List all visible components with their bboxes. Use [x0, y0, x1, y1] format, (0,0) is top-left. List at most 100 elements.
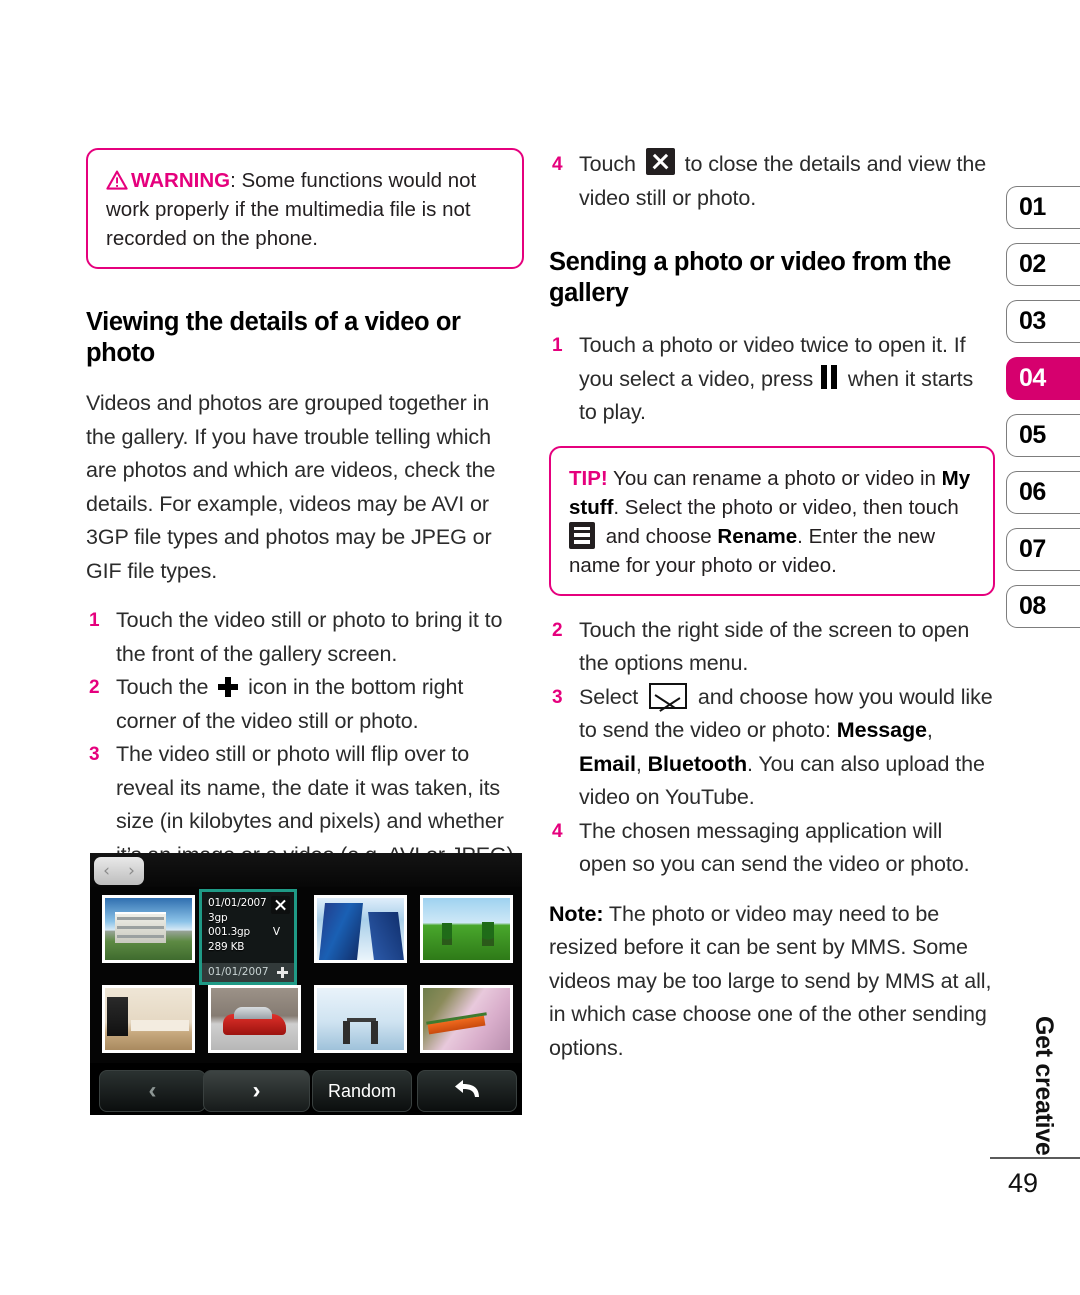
photo-details-card[interactable]: 01/01/2007 3gp 001.3gp V 289 KB 01/01/20…	[199, 889, 297, 985]
prev-chevron-icon: ‹	[148, 1077, 157, 1104]
step-item: 1 Touch the video still or photo to brin…	[86, 604, 524, 671]
close-x-icon	[645, 148, 675, 175]
kitchen-thumb	[105, 988, 192, 1050]
step-text-pre: Touch	[579, 152, 642, 176]
left-section-heading: Viewing the details of a video or photo	[86, 308, 461, 367]
note-label: Note:	[549, 901, 604, 926]
step-number: 3	[89, 744, 100, 765]
step-text: Touch the icon in the bottom right corne…	[116, 671, 524, 738]
tip-part1: You can rename a photo or video in	[607, 466, 942, 490]
nav-prev-chevron-icon[interactable]: ‹	[103, 861, 110, 881]
cherry-blossom-thumb	[423, 988, 510, 1050]
step-item: 2 Touch the right side of the screen to …	[549, 614, 995, 681]
gallery-back-button[interactable]	[417, 1070, 517, 1112]
tip-bold-rename: Rename	[717, 524, 798, 548]
step-item: 1 Touch a photo or video twice to open i…	[549, 329, 995, 430]
thumbnail-item[interactable]	[102, 895, 195, 963]
step-text: The chosen messaging application will op…	[579, 818, 970, 877]
left-intro-paragraph: Videos and photos are grouped together i…	[86, 391, 496, 583]
thumbnail-grid: 01/01/2007 3gp 001.3gp V 289 KB 01/01/20…	[90, 889, 522, 1053]
chapter-tab-01[interactable]: 01	[1006, 186, 1080, 229]
chapter-tab-05[interactable]: 05	[1006, 414, 1080, 457]
chapter-tab-04[interactable]: 04	[1006, 357, 1080, 400]
thumbnail-item[interactable]	[208, 985, 301, 1053]
option-message: Message	[836, 718, 927, 742]
option-email: Email	[579, 751, 636, 776]
right-section-heading: Sending a photo or video from the galler…	[549, 248, 951, 307]
step-text: Touch the right side of the screen to op…	[579, 617, 970, 676]
left-column: WARNING: Some functions would not work p…	[86, 148, 524, 872]
detail-size: 289 KB	[208, 941, 245, 953]
warning-label: WARNING	[131, 169, 231, 192]
tip-part3: and choose	[600, 524, 718, 548]
note-paragraph: Note: The photo or video may need to be …	[549, 898, 995, 1066]
thumbnail-item[interactable]	[314, 895, 407, 963]
gallery-bottom-bar: ‹ › Random	[90, 1063, 522, 1115]
plus-icon[interactable]	[277, 967, 288, 978]
thumbnail-item[interactable]	[314, 985, 407, 1053]
tip-label: TIP!	[569, 466, 608, 490]
thumbnail-item[interactable]	[102, 985, 195, 1053]
next-chevron-icon: ›	[252, 1077, 261, 1104]
warning-text: WARNING: Some functions would not work p…	[106, 166, 504, 253]
red-car-thumb	[211, 988, 298, 1050]
step-text-pre: Touch the	[116, 675, 215, 699]
sep1: ,	[926, 718, 933, 742]
step-item: 3 Select and choose how you would like t…	[549, 681, 995, 815]
step-number: 4	[552, 820, 563, 842]
thumbnail-item[interactable]	[420, 895, 513, 963]
step-text: Touch the video still or photo to bring …	[116, 608, 503, 666]
random-label: Random	[327, 1080, 397, 1101]
step-number: 1	[552, 335, 563, 356]
step-item: 4 The chosen messaging application will …	[549, 815, 995, 882]
plus-icon	[217, 676, 239, 698]
pause-icon	[821, 364, 838, 389]
green-field-thumb	[423, 898, 510, 960]
tip-callout: TIP! You can rename a photo or video in …	[549, 445, 995, 596]
chapter-tab-strip: 01 02 03 04 05 06 07 08	[1006, 186, 1080, 642]
gallery-screenshot: ‹ › 01/01/2007 3gp 001.3gp V 289 KB 01/0…	[90, 853, 522, 1115]
chapter-tab-02[interactable]: 02	[1006, 243, 1080, 286]
warning-separator: :	[230, 169, 242, 192]
step-text: Touch a photo or video twice to open it.…	[579, 329, 995, 430]
tip-part2: . Select the photo or video, then touch	[613, 495, 959, 519]
nav-next-chevron-icon[interactable]: ›	[128, 861, 135, 881]
chapter-tab-08[interactable]: 08	[1006, 585, 1080, 628]
chapter-tab-06[interactable]: 06	[1006, 471, 1080, 514]
sep2: ,	[635, 751, 648, 776]
step-text: The video still or photo will flip over …	[116, 742, 520, 867]
manual-page: WARNING: Some functions would not work p…	[0, 0, 1080, 1295]
gallery-random-button[interactable]: Random	[312, 1070, 412, 1112]
screenshot-topbar	[90, 853, 522, 887]
detail-date: 01/01/2007	[208, 897, 267, 909]
note-text: The photo or video may need to be resize…	[549, 901, 992, 1060]
step-item: 2 Touch the icon in the bottom right cor…	[86, 671, 524, 738]
step-text-pre: Select	[579, 684, 645, 709]
chapter-label: Get creative	[1030, 1016, 1058, 1156]
step-number: 4	[552, 154, 563, 175]
detail-footer-date: 01/01/2007	[208, 966, 269, 978]
option-bluetooth: Bluetooth	[647, 751, 748, 776]
step-number: 3	[552, 686, 563, 708]
envelope-icon	[649, 682, 688, 709]
office-building-thumb	[105, 898, 192, 960]
chapter-tab-03[interactable]: 03	[1006, 300, 1080, 343]
skyscraper-thumb	[317, 898, 404, 960]
close-x-icon[interactable]	[271, 896, 290, 914]
detail-video-flag: V	[272, 926, 280, 938]
warning-callout: WARNING: Some functions would not work p…	[86, 148, 524, 269]
step-number: 2	[89, 677, 100, 698]
chapter-tab-07[interactable]: 07	[1006, 528, 1080, 571]
gallery-prev-button[interactable]: ‹	[99, 1070, 206, 1112]
page-number: 49	[1007, 1168, 1038, 1198]
step-text: Select and choose how you would like to …	[579, 681, 995, 815]
detail-card-footer: 01/01/2007	[202, 963, 294, 982]
gallery-nav-pill[interactable]: ‹ ›	[94, 857, 144, 885]
thumbnail-item[interactable]	[420, 985, 513, 1053]
step-item: 4 Touch to close the details and view th…	[549, 148, 995, 215]
detail-filename: 001.3gp	[208, 926, 250, 938]
menu-list-icon	[569, 521, 595, 549]
warning-triangle-icon	[106, 169, 128, 190]
gallery-next-button[interactable]: ›	[203, 1070, 310, 1112]
footer-divider	[990, 1157, 1080, 1159]
